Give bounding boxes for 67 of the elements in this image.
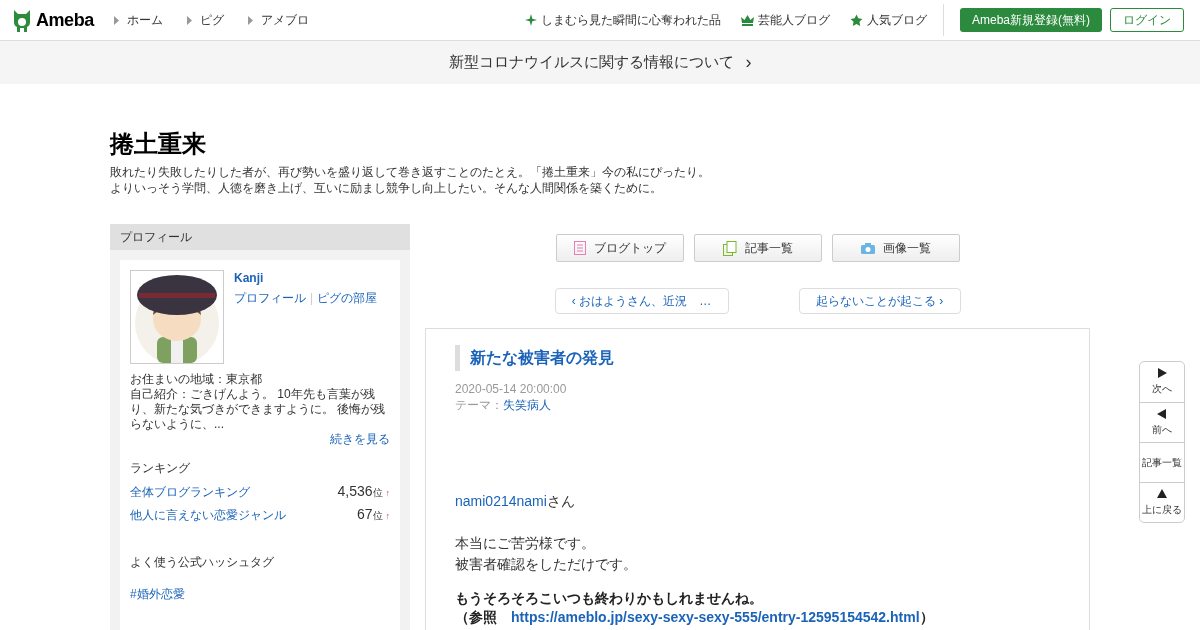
login-button[interactable]: ログイン	[1110, 8, 1184, 32]
reference-close: ）	[919, 609, 934, 625]
breadcrumb-link[interactable]: ホーム	[126, 11, 163, 29]
intro-text: 自己紹介：ごきげんよう。 10年先も言葉が残り、新たな気づきができますように。 後悔が残らないように、...	[130, 387, 387, 432]
ranking-link[interactable]: 他人に言えない恋愛ジャンル	[130, 506, 286, 524]
logo-text[interactable]: Ameba	[36, 6, 94, 34]
breadcrumb-link[interactable]: ピグ	[199, 11, 224, 29]
caret-icon	[113, 15, 119, 25]
pigg-room-link[interactable]: ピグの部屋	[317, 289, 378, 307]
article-title[interactable]: 新たな被害者の発見	[455, 345, 1060, 371]
ranking-link[interactable]: 全体ブログランキング	[130, 483, 250, 501]
side-nav-button[interactable]: 前へ	[1140, 402, 1184, 442]
article-text: 被害者確認をしただけです。	[455, 555, 638, 574]
toolbar-button[interactable]: 記事一覧	[693, 234, 822, 262]
caret-icon	[247, 15, 253, 25]
notice-link[interactable]: 新型コロナウイルスに関する情報について	[448, 51, 734, 74]
camera-icon	[860, 242, 875, 254]
next-entry-link[interactable]: 起らないことが起こる ›	[798, 288, 961, 314]
reference-link[interactable]: https://ameblo.jp/sexy-sexy-sexy-555/entry-12595154542.html	[511, 609, 920, 625]
profile-link[interactable]: プロフィール	[234, 289, 306, 307]
logo-mascot-icon	[12, 8, 32, 32]
breadcrumb-link[interactable]: アメブロ	[260, 11, 309, 29]
article-text: 本当にご苦労様です。	[455, 534, 596, 553]
hashtag-link[interactable]: #婚外恋愛	[130, 585, 390, 603]
register-button[interactable]: Ameba新規登録(無料)	[960, 8, 1102, 32]
side-nav-button[interactable]: 記事一覧	[1140, 442, 1184, 482]
side-nav-button[interactable]: 上に戻る	[1140, 482, 1184, 522]
header-link[interactable]: 人気ブログ	[867, 11, 927, 29]
theme-label: テーマ：	[455, 398, 503, 412]
reference-label: （参照	[455, 609, 498, 625]
sidebar-heading: プロフィール	[110, 224, 410, 250]
mention-suffix: さん	[546, 493, 575, 509]
previous-entry-link[interactable]: ‹ おはようさん、近況 …	[554, 288, 729, 314]
article-bold-text: もうそろそろこいつも終わりかもしれませんね。	[455, 589, 764, 608]
blog-title[interactable]: 捲土重来	[110, 128, 1090, 160]
up-triangle-icon	[1157, 488, 1167, 499]
trend-arrow: ↑	[385, 487, 390, 500]
chevron-icon: ›	[745, 49, 752, 76]
trend-arrow: ↑	[385, 510, 390, 523]
rank-unit: 位	[372, 509, 383, 523]
read-more-link[interactable]: 続きを見る	[330, 432, 390, 447]
play-icon	[1157, 368, 1167, 378]
document-icon	[573, 241, 586, 255]
blog-description: 敗れたり失敗したりした者が、再び勢いを盛り返して巻き返すことのたとえ。「捲土重来」今の私にぴったり。	[110, 164, 711, 180]
profile-name[interactable]: Kanji	[234, 270, 378, 286]
rank-number: 67	[356, 505, 373, 524]
rank-unit: 位	[372, 486, 383, 500]
sparkle-icon	[525, 14, 537, 26]
theme-link[interactable]: 失笑病人	[503, 398, 551, 412]
mention-link[interactable]: nami0214nami	[455, 493, 547, 509]
hashtag-heading: よく使う公式ハッシュタグ	[130, 554, 275, 571]
rank-number: 4,536	[337, 482, 373, 501]
back-triangle-icon	[1157, 408, 1167, 419]
toolbar-button[interactable]: 画像一覧	[831, 234, 960, 262]
star-icon	[850, 13, 863, 27]
side-nav-button[interactable]: 次へ	[1140, 362, 1184, 402]
blog-description: よりいっそう学問、人徳を磨き上げ、互いに励まし競争し向上したい。そんな人間関係を築くために。	[110, 180, 663, 196]
crown-icon	[741, 14, 754, 26]
separator: |	[310, 290, 314, 307]
toolbar-button[interactable]: ブログトップ	[555, 234, 684, 262]
header-link[interactable]: 芸能人ブログ	[758, 11, 830, 29]
header-link[interactable]: しまむら見た瞬間に心奪われた品	[541, 11, 721, 29]
region-text: お住まいの地域：東京都	[130, 372, 263, 387]
ranking-heading: ランキング	[130, 460, 191, 477]
documents-icon	[722, 240, 737, 256]
caret-icon	[186, 15, 192, 25]
article-date: 2020-05-14 20:00:00	[455, 381, 568, 397]
